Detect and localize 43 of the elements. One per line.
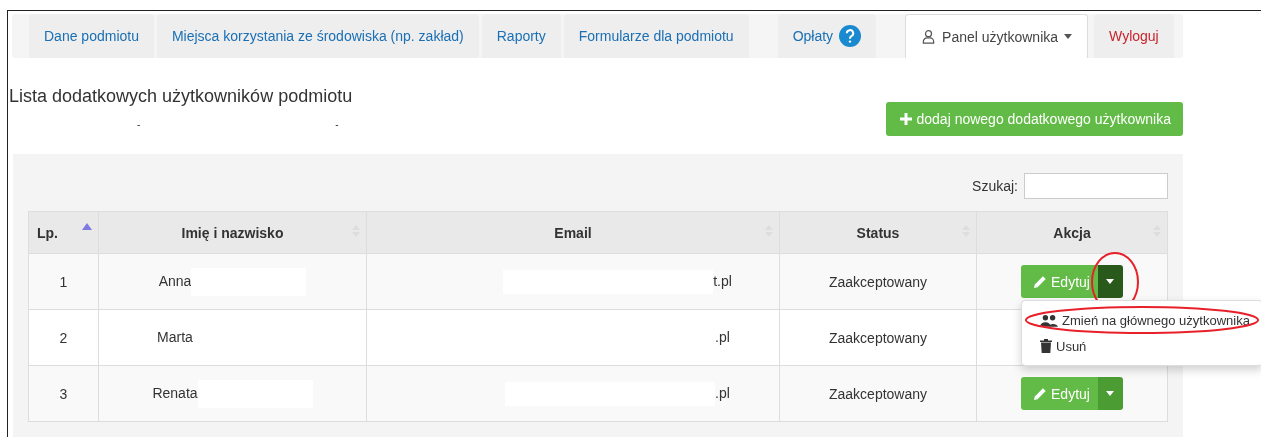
search-field[interactable]: [1024, 173, 1168, 199]
email-text: .pl: [715, 328, 730, 345]
table-cell: 3: [28, 365, 99, 422]
caret-icon: [1106, 391, 1115, 396]
table-cell: Zaakceptowany: [779, 365, 977, 422]
nav-tab[interactable]: Raporty: [481, 14, 561, 58]
table-cell: 2: [28, 309, 99, 366]
nav-tab[interactable]: Wyloguj: [1094, 14, 1174, 58]
users-icon: [1040, 313, 1058, 327]
page-title: Lista dodatkowych użytkowników podmiotu: [9, 86, 354, 107]
column-header[interactable]: Email: [366, 211, 780, 254]
column-header[interactable]: Imię i nazwisko: [98, 211, 367, 254]
column-header[interactable]: Status: [779, 211, 977, 254]
nav-tab[interactable]: Miejsca korzystania ze środowiska (np. zakład): [156, 14, 479, 58]
dropdown-toggle[interactable]: [1097, 265, 1123, 298]
table-cell: Zaakceptowany: [779, 253, 977, 310]
column-header[interactable]: Lp.: [28, 211, 99, 254]
menu-item[interactable]: Zmień na głównego użytkownika: [1022, 307, 1261, 333]
nav-tab[interactable]: Opłaty: [777, 14, 877, 58]
dropdown-toggle[interactable]: [1097, 377, 1123, 410]
name-text: Renata: [152, 384, 198, 401]
email-text: .pl: [715, 384, 730, 401]
menu-item[interactable]: Usuń: [1022, 333, 1261, 359]
user-icon: [921, 29, 937, 44]
name-text: Anna: [158, 272, 192, 289]
dash-text: -: [137, 119, 141, 130]
plus-icon: [900, 113, 913, 125]
nav-tab[interactable]: Dane podmiotu: [29, 14, 154, 58]
caret-icon: [1106, 279, 1115, 284]
table-cell: Zaakceptowany: [779, 309, 977, 366]
name-text: Marta: [157, 328, 193, 345]
caret-icon: [1064, 34, 1073, 39]
pencil-icon: [1033, 386, 1048, 401]
table-cell: 1: [28, 253, 99, 310]
trash-icon: [1040, 339, 1052, 353]
email-text: t.pl: [713, 272, 732, 289]
column-header[interactable]: Akcja: [976, 211, 1168, 254]
search-label: Szukaj:: [972, 178, 1018, 194]
dash-text: -: [335, 119, 339, 130]
help-icon: [839, 25, 862, 47]
pencil-icon: [1033, 274, 1048, 289]
nav-tab[interactable]: Panel użytkownika: [905, 14, 1089, 58]
nav-tab[interactable]: Formularze dla podmiotu: [563, 14, 749, 58]
